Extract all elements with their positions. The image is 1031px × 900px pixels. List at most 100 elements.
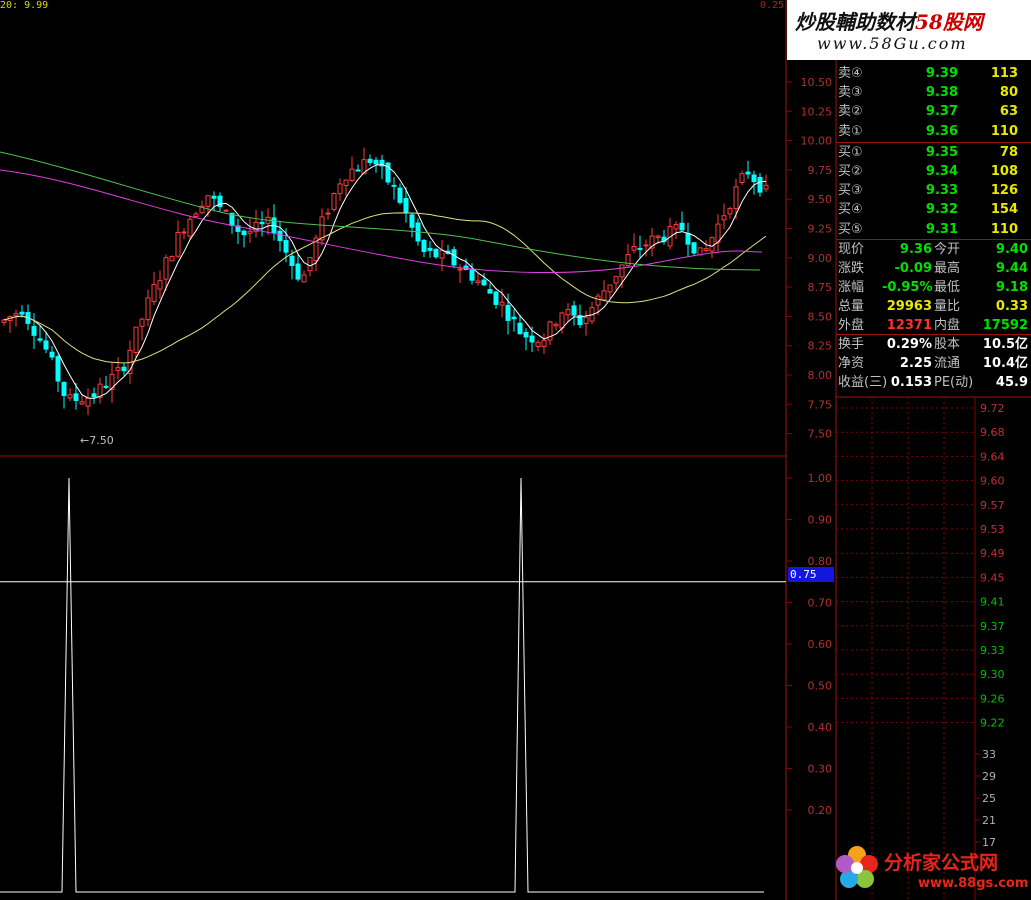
candle-body bbox=[163, 257, 169, 280]
candle-body bbox=[301, 274, 307, 283]
candle-body bbox=[595, 295, 601, 306]
candle-body bbox=[367, 158, 373, 163]
candle-body bbox=[61, 381, 67, 397]
candle-body bbox=[655, 235, 661, 239]
candle-body bbox=[169, 255, 175, 262]
stat-label: 量比 bbox=[934, 299, 961, 314]
price-tick: 7.75 bbox=[808, 398, 833, 411]
order-level-label: 买④ bbox=[838, 202, 863, 218]
candle-body bbox=[583, 316, 589, 325]
candle-body bbox=[13, 313, 19, 317]
candle-body bbox=[481, 279, 487, 286]
candle-body bbox=[247, 230, 253, 234]
candlesticks bbox=[1, 147, 769, 416]
candle-body bbox=[187, 218, 193, 237]
ask-row[interactable]: 卖④ 9.39 113 bbox=[836, 64, 1031, 83]
stat-row: 外盘 12371 内盘 17592 bbox=[836, 316, 1031, 335]
candle-body bbox=[703, 248, 709, 251]
stat-value: -0.09 bbox=[894, 261, 932, 276]
candle-body bbox=[733, 186, 739, 210]
stat-label: 涨幅 bbox=[838, 280, 865, 295]
stat-value: 0.33 bbox=[995, 299, 1028, 314]
ask-row[interactable]: 卖② 9.37 63 bbox=[836, 102, 1031, 121]
order-level-label: 卖④ bbox=[838, 66, 863, 81]
stat-label: 最高 bbox=[934, 261, 961, 276]
indicator-tick: 0.50 bbox=[808, 680, 833, 693]
price-tick: 8.00 bbox=[808, 369, 833, 382]
order-price: 9.33 bbox=[925, 183, 958, 199]
stat-label: 流通 bbox=[934, 356, 961, 371]
candle-body bbox=[571, 305, 577, 316]
bid-row[interactable]: 买④ 9.32 154 bbox=[836, 200, 1031, 219]
candle-body bbox=[757, 176, 763, 193]
candle-body bbox=[193, 213, 199, 218]
candle-body bbox=[19, 311, 25, 315]
candle-body bbox=[307, 257, 313, 272]
candle-body bbox=[409, 214, 415, 228]
candle-body bbox=[145, 297, 151, 321]
indicator-line bbox=[0, 477, 786, 893]
top-right-label: 0.25 bbox=[760, 0, 785, 11]
candle-body bbox=[709, 237, 715, 252]
stat-label: 今开 bbox=[934, 242, 961, 257]
bid-row[interactable]: 买① 9.35 78 bbox=[836, 143, 1031, 162]
stat-label: 净资 bbox=[838, 356, 865, 371]
order-level-label: 买① bbox=[838, 144, 863, 160]
candle-body bbox=[631, 246, 637, 251]
stat-value: -0.95% bbox=[882, 280, 933, 295]
candle-body bbox=[121, 366, 127, 372]
candle-body bbox=[541, 339, 547, 347]
indicator-tick: 1.00 bbox=[808, 472, 833, 485]
footer-logo[interactable]: 分析家公式网 www.88gs.com bbox=[832, 840, 1031, 900]
candle-body bbox=[37, 338, 43, 341]
stat-row: 净资 2.25 流通 10.4亿 bbox=[836, 354, 1031, 373]
stat-label: 最低 bbox=[934, 280, 961, 295]
order-level-label: 卖② bbox=[838, 104, 863, 120]
candle-body bbox=[343, 179, 349, 187]
order-price: 9.39 bbox=[925, 66, 958, 81]
stat-value: 9.44 bbox=[995, 261, 1028, 276]
candle-body bbox=[673, 224, 679, 230]
candle-body bbox=[565, 309, 571, 316]
order-volume: 108 bbox=[990, 164, 1018, 179]
candle-body bbox=[205, 195, 211, 207]
price-tick: 7.50 bbox=[808, 428, 833, 441]
candle-body bbox=[517, 322, 523, 335]
bid-row[interactable]: 买⑤ 9.31 110 bbox=[836, 220, 1031, 239]
bid-row[interactable]: 买③ 9.33 126 bbox=[836, 181, 1031, 200]
price-tick: 9.50 bbox=[808, 193, 833, 206]
candle-body bbox=[223, 209, 229, 212]
order-level-label: 卖③ bbox=[838, 85, 863, 101]
candle-body bbox=[289, 255, 295, 267]
bid-row[interactable]: 买② 9.34 108 bbox=[836, 162, 1031, 181]
candle-body bbox=[277, 230, 283, 242]
candle-body bbox=[559, 312, 565, 329]
stat-value: 2.25 bbox=[899, 356, 932, 371]
stat-row: 收益(三) 0.153 PE(动) 45.9 bbox=[836, 373, 1031, 392]
order-level-label: 买③ bbox=[838, 183, 863, 199]
candle-body bbox=[73, 393, 79, 401]
candle-body bbox=[31, 325, 37, 336]
candle-body bbox=[43, 340, 49, 350]
order-price: 9.38 bbox=[925, 85, 958, 101]
stat-label: 外盘 bbox=[838, 318, 865, 333]
stat-row: 总量 29963 量比 0.33 bbox=[836, 297, 1031, 316]
order-volume: 110 bbox=[990, 123, 1018, 139]
candle-body bbox=[133, 326, 139, 354]
stat-value: 17592 bbox=[982, 318, 1028, 333]
price-tick: 10.50 bbox=[801, 76, 833, 89]
candle-body bbox=[529, 335, 535, 343]
candle-body bbox=[613, 275, 619, 284]
ask-row[interactable]: 卖③ 9.38 80 bbox=[836, 83, 1031, 102]
candle-body bbox=[535, 341, 541, 347]
price-axis: 10.50 10.25 10.00 9.75 9.50 9.25 9.00 8.75 8.50 8… bbox=[786, 76, 832, 441]
order-volume: 78 bbox=[999, 144, 1018, 160]
candle-body bbox=[475, 280, 481, 284]
candle-body bbox=[697, 247, 703, 256]
indicator-axis: 1.000.900.800.700.600.500.400.300.20 bbox=[786, 472, 832, 817]
ask-row[interactable]: 卖① 9.36 110 bbox=[836, 122, 1031, 141]
candle-body bbox=[439, 250, 445, 259]
candle-body bbox=[751, 174, 757, 183]
candle-body bbox=[259, 221, 265, 225]
indicator-tick: 0.40 bbox=[808, 721, 833, 734]
